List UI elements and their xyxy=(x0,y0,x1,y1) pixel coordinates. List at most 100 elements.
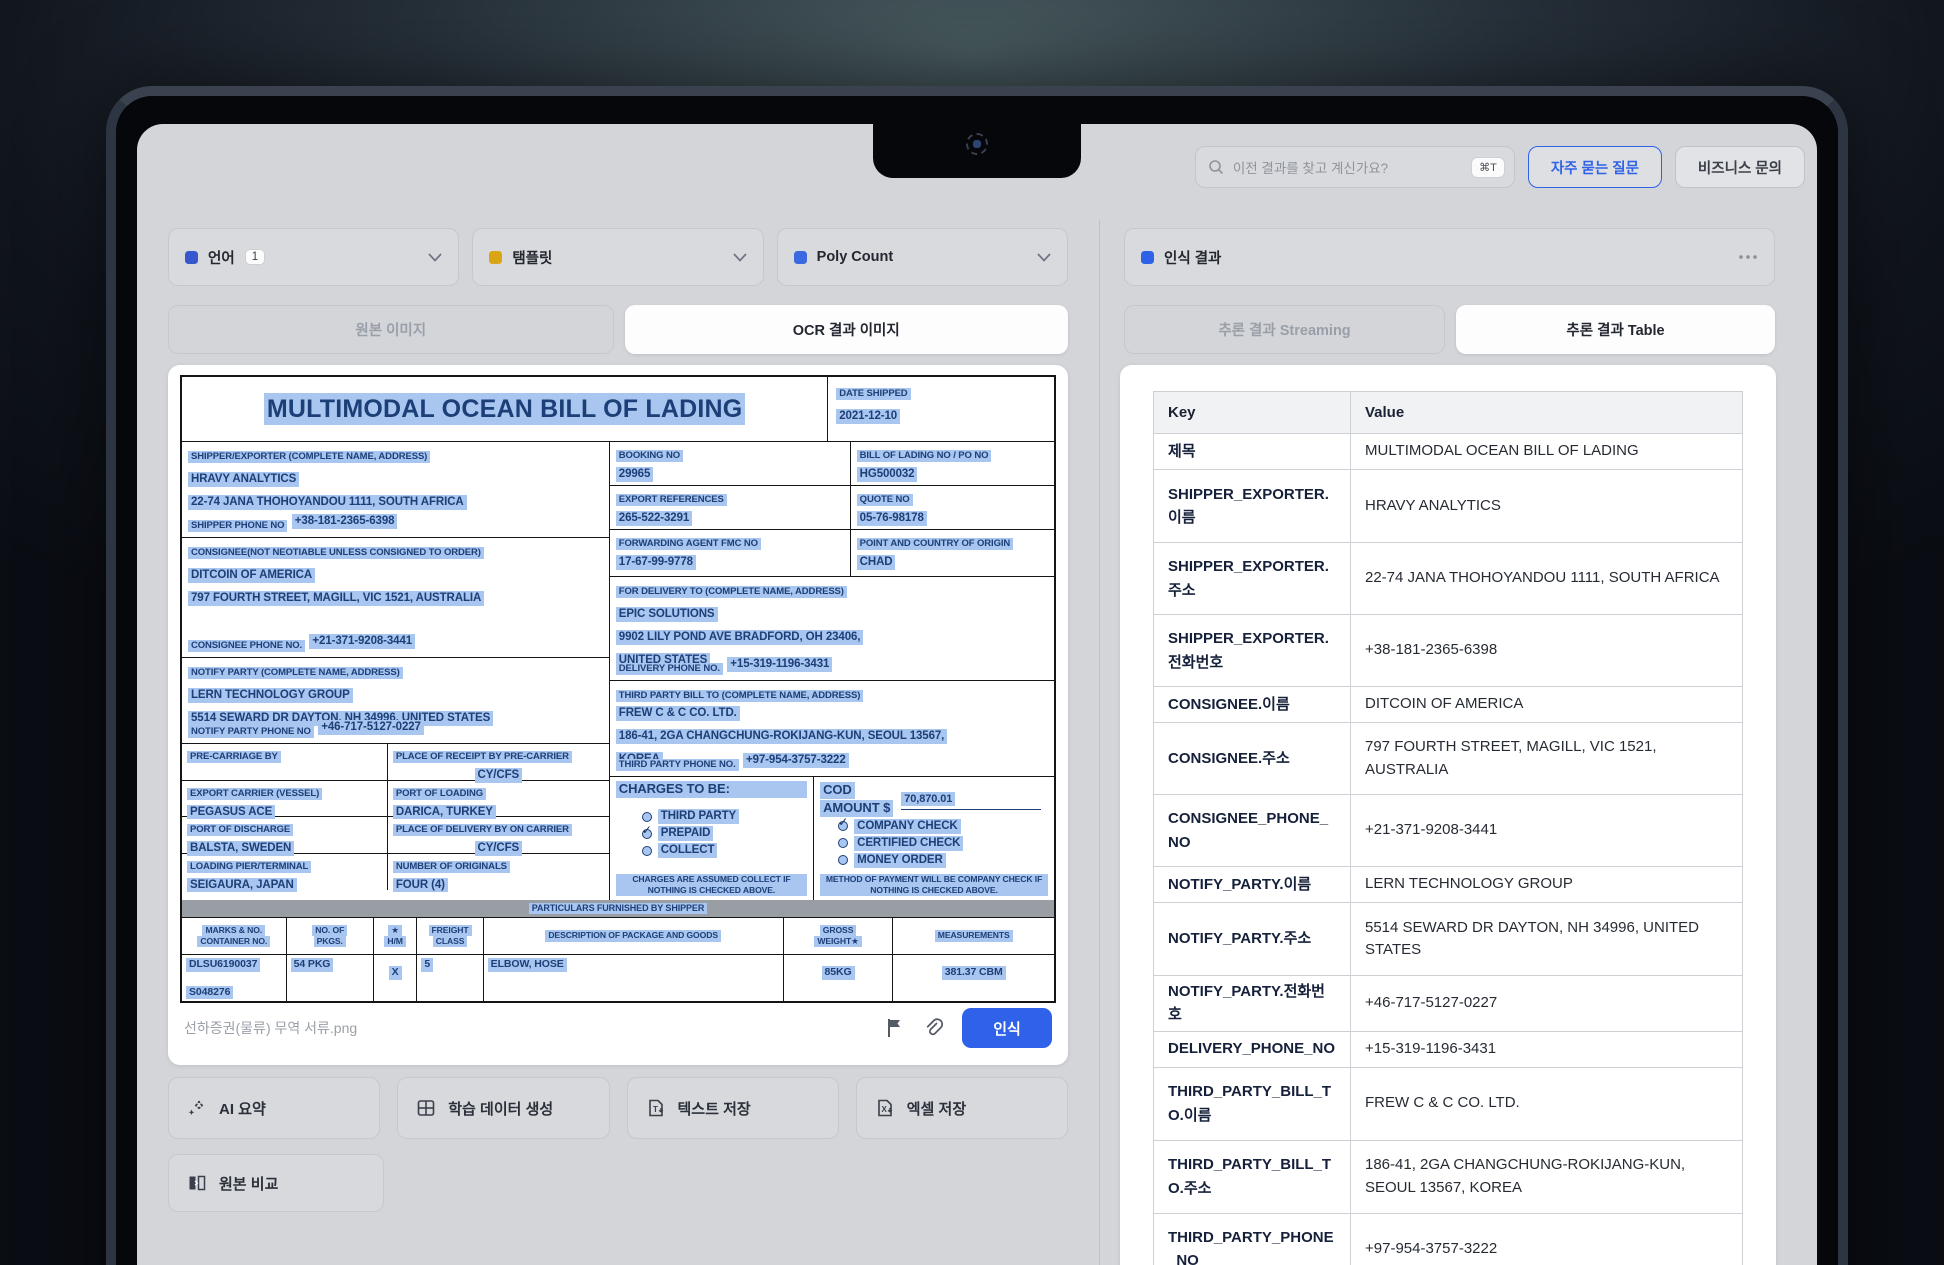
faq-button[interactable]: 자주 묻는 질문 xyxy=(1528,146,1662,188)
language-dropdown[interactable]: 언어 1 xyxy=(168,228,459,286)
doc-label: NUMBER OF ORIGINALS xyxy=(393,861,510,873)
doc-value: EPIC SOLUTIONS xyxy=(616,607,718,622)
doc-value: 2021-12-10 xyxy=(836,409,900,424)
tab-inference-streaming[interactable]: 추론 결과 Streaming xyxy=(1124,305,1445,354)
doc-label: CHARGES TO BE: xyxy=(616,781,807,798)
compare-original-button[interactable]: 원본 비교 xyxy=(168,1154,384,1212)
template-icon xyxy=(489,251,502,264)
business-contact-button[interactable]: 비즈니스 문의 xyxy=(1675,146,1805,188)
doc-charges-section: CHARGES TO BE: THIRD PARTY PREPAID COLLE… xyxy=(610,777,1054,900)
template-dropdown[interactable]: 탬플릿 xyxy=(472,228,763,286)
table-row: NOTIFY_PARTY.이름LERN TECHNOLOGY GROUP xyxy=(1154,867,1743,903)
doc-label: THIRD PARTY PHONE NO. xyxy=(616,759,739,771)
doc-value: FOUR (4) xyxy=(393,878,448,893)
doc-label: FOR DELIVERY TO (COMPLETE NAME, ADDRESS) xyxy=(616,586,847,598)
doc-delivery-section: FOR DELIVERY TO (COMPLETE NAME, ADDRESS)… xyxy=(610,577,1054,681)
save-text-button[interactable]: T 텍스트 저장 xyxy=(627,1077,839,1139)
compare-icon xyxy=(187,1173,207,1193)
filter-row: 언어 1 탬플릿 Poly Count xyxy=(168,228,1068,286)
doc-label: QUOTE NO xyxy=(857,494,913,506)
poly-count-label: Poly Count xyxy=(817,249,894,265)
doc-value: +97-954-3757-3222 xyxy=(743,753,849,768)
doc-value: 186-41, 2GA CHANGCHUNG-ROKIJANG-KUN, SEO… xyxy=(616,729,947,744)
doc-label: NOTIFY PARTY PHONE NO xyxy=(188,726,314,738)
table-row: THIRD_PARTY_BILL_TO.이름FREW C & C CO. LTD… xyxy=(1154,1067,1743,1140)
column-header-value: Value xyxy=(1351,392,1743,434)
doc-routing-grid: PRE-CARRIAGE BY PLACE OF RECEIPT BY PRE-… xyxy=(182,744,609,890)
doc-label: PRE-CARRIAGE BY xyxy=(187,751,281,763)
doc-value: +15-319-1196-3431 xyxy=(727,657,832,672)
doc-references-grid: BOOKING NO29965 BILL OF LADING NO / PO N… xyxy=(610,442,1054,577)
panel-divider xyxy=(1099,220,1100,1265)
tab-ocr-result-image[interactable]: OCR 결과 이미지 xyxy=(625,305,1069,354)
recognize-button[interactable]: 인식 xyxy=(962,1008,1052,1048)
doc-value: LERN TECHNOLOGY GROUP xyxy=(188,688,353,703)
language-label: 언어 xyxy=(208,247,235,268)
screen: 이전 결과를 찾고 계신가요? ⌘T 자주 묻는 질문 비즈니스 문의 언어 1 xyxy=(137,124,1817,1265)
table-row: SHIPPER_EXPORTER.전화번호+38-181-2365-6398 xyxy=(1154,615,1743,687)
doc-shipper-section: SHIPPER/EXPORTER (COMPLETE NAME, ADDRESS… xyxy=(182,442,609,538)
search-shortcut-badge: ⌘T xyxy=(1471,157,1505,178)
tab-original-image[interactable]: 원본 이미지 xyxy=(168,305,614,354)
table-row: NOTIFY_PARTY.전화번호+46-717-5127-0227 xyxy=(1154,976,1743,1032)
doc-value: DITCOIN OF AMERICA xyxy=(188,568,315,583)
doc-label: EXPORT CARRIER (VESSEL) xyxy=(187,788,322,800)
column-header-key: Key xyxy=(1154,392,1351,434)
action-buttons-row-2: 원본 비교 xyxy=(168,1154,384,1212)
save-excel-button[interactable]: X 엑셀 저장 xyxy=(856,1077,1068,1139)
doc-label: SHIPPER/EXPORTER (COMPLETE NAME, ADDRESS… xyxy=(188,451,430,463)
language-icon xyxy=(185,251,198,264)
result-panel-header: 인식 결과 xyxy=(1124,228,1775,286)
training-data-button[interactable]: 학습 데이터 생성 xyxy=(397,1077,609,1139)
doc-label: SHIPPER PHONE NO xyxy=(188,520,287,532)
document-card: MULTIMODAL OCEAN BILL OF LADING DATE SHI… xyxy=(168,365,1068,1065)
result-icon xyxy=(1141,251,1154,264)
search-placeholder: 이전 결과를 찾고 계신가요? xyxy=(1233,157,1462,177)
desktop-backdrop: 이전 결과를 찾고 계신가요? ⌘T 자주 묻는 질문 비즈니스 문의 언어 1 xyxy=(0,0,1944,1265)
ai-sparkle-icon xyxy=(187,1098,207,1118)
search-input[interactable]: 이전 결과를 찾고 계신가요? ⌘T xyxy=(1195,146,1515,188)
doc-label: POINT AND COUNTRY OF ORIGIN xyxy=(857,538,1014,550)
chevron-down-icon xyxy=(733,253,747,262)
doc-value: 22-74 JANA THOHOYANDOU 1111, SOUTH AFRIC… xyxy=(188,495,467,510)
doc-notify-party-section: NOTIFY PARTY (COMPLETE NAME, ADDRESS) LE… xyxy=(182,658,609,744)
doc-radio-prepaid: PREPAID xyxy=(642,826,807,841)
search-icon xyxy=(1208,159,1224,175)
doc-value: 05-76-98178 xyxy=(857,511,927,526)
text-file-download-icon: T xyxy=(646,1098,666,1118)
ai-summary-button[interactable]: AI 요약 xyxy=(168,1077,380,1139)
doc-note: CHARGES ARE ASSUMED COLLECT IF NOTHING I… xyxy=(616,874,807,896)
table-row: NOTIFY_PARTY.주소5514 SEWARD DR DAYTON, NH… xyxy=(1154,903,1743,976)
doc-label: PORT OF LOADING xyxy=(393,788,486,800)
table-row: THIRD_PARTY_PHONE_NO+97-954-3757-3222 xyxy=(1154,1213,1743,1265)
doc-label: PORT OF DISCHARGE xyxy=(187,824,293,836)
file-row: 선하증권(물류) 무역 서류.png 인식 xyxy=(180,1003,1056,1053)
doc-goods-header: MARKS & NO.CONTAINER NO. NO. OFPKGS. ★H/… xyxy=(182,918,1054,955)
doc-label: LOADING PIER/TERMINAL xyxy=(187,861,311,873)
template-label: 탬플릿 xyxy=(512,247,552,268)
file-name: 선하증권(물류) 무역 서류.png xyxy=(184,1018,868,1038)
doc-label: EXPORT REFERENCES xyxy=(616,494,727,506)
poly-count-dropdown[interactable]: Poly Count xyxy=(777,228,1068,286)
camera-notch xyxy=(873,124,1081,178)
table-row: DELIVERY_PHONE_NO+15-319-1196-3431 xyxy=(1154,1031,1743,1067)
tab-inference-table[interactable]: 추론 결과 Table xyxy=(1456,305,1775,354)
result-panel-title: 인식 결과 xyxy=(1164,247,1221,268)
table-grid-icon xyxy=(416,1098,436,1118)
doc-particulars-banner: PARTICULARS FURNISHED BY SHIPPER xyxy=(182,900,1054,918)
doc-label: NOTIFY PARTY (COMPLETE NAME, ADDRESS) xyxy=(188,667,403,679)
doc-label: DELIVERY PHONE NO. xyxy=(616,663,723,675)
flag-icon[interactable] xyxy=(886,1018,904,1038)
doc-check-certified-check: CERTIFIED CHECK xyxy=(838,836,1048,851)
table-row: SHIPPER_EXPORTER.주소22-74 JANA THOHOYANDO… xyxy=(1154,543,1743,615)
bill-of-lading-document: MULTIMODAL OCEAN BILL OF LADING DATE SHI… xyxy=(180,375,1056,1003)
doc-check-company-check: COMPANY CHECK xyxy=(838,819,1048,834)
table-row: CONSIGNEE.이름DITCOIN OF AMERICA xyxy=(1154,687,1743,723)
doc-value: 29965 xyxy=(616,467,653,482)
ellipsis-menu-icon[interactable] xyxy=(1738,254,1758,260)
doc-value: 265-522-3291 xyxy=(616,511,692,526)
doc-value: FREW C & C CO. LTD. xyxy=(616,706,740,721)
doc-label: FORWARDING AGENT FMC NO xyxy=(616,538,761,550)
result-tabs: 추론 결과 Streaming 추론 결과 Table xyxy=(1124,305,1775,354)
paperclip-icon[interactable] xyxy=(922,1018,944,1038)
